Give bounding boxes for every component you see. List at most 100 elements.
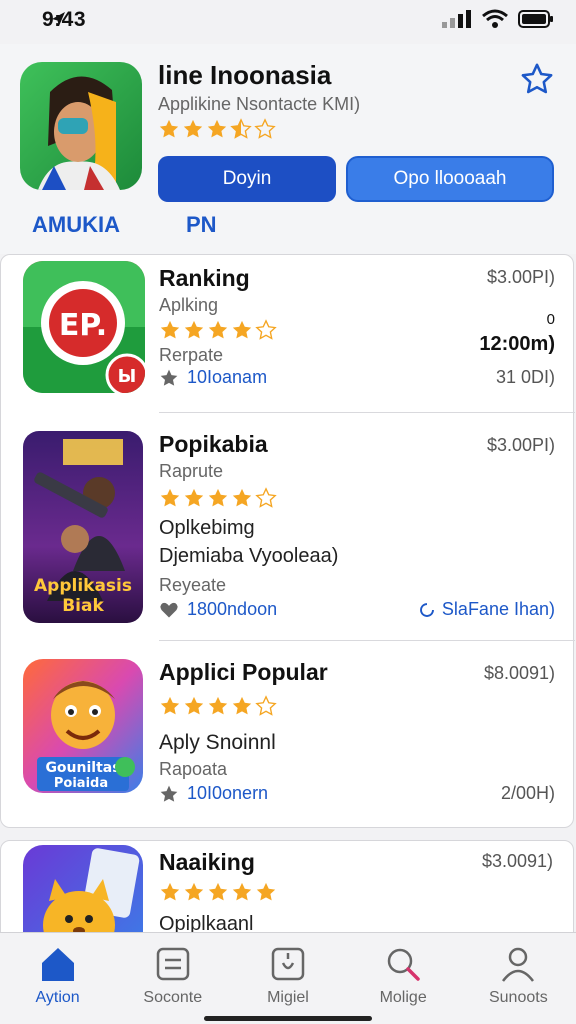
svg-text:Poiaida: Poiaida: [54, 776, 108, 791]
icon-lettering: Gouniltas: [45, 760, 120, 776]
star-small-icon: [160, 369, 178, 386]
person-icon: [502, 947, 535, 982]
app-title: Popikabia: [159, 431, 268, 457]
app-rating: [159, 319, 277, 341]
star-half-icon: [230, 118, 252, 139]
app-price[interactable]: $3.00PI): [487, 267, 555, 288]
app-downloads: 10Ioanam: [159, 367, 267, 388]
app-size: 2/00H): [500, 783, 555, 803]
app-price[interactable]: $3.00PI): [487, 435, 555, 456]
app-title: Naaiking: [159, 849, 255, 875]
svg-text:Biak: Biak: [62, 596, 104, 616]
app-description: Oplkebimg: [159, 517, 255, 539]
app-caption: Rapoata: [159, 759, 228, 779]
featured-app-icon[interactable]: [20, 62, 142, 190]
tab-sunoots[interactable]: Sunoots: [468, 945, 568, 1007]
app-caption: Reyeate: [159, 575, 227, 595]
home-indicator[interactable]: [204, 1016, 372, 1021]
status-bar: 9:43: [0, 0, 576, 44]
star-small-icon: [160, 785, 178, 802]
tab-molige[interactable]: Molige: [353, 945, 453, 1007]
star-full-icon: [208, 320, 228, 339]
tab-label: Molige: [379, 989, 427, 1006]
featured-app-rating: [158, 118, 276, 140]
star-full-icon: [208, 882, 228, 901]
download-button[interactable]: Doyin: [158, 156, 336, 202]
tab-migiel[interactable]: Migiel: [238, 945, 338, 1007]
star-empty-icon: [255, 695, 277, 716]
app-link[interactable]: SlaFane Ihan): [418, 599, 555, 620]
favorite-star-icon[interactable]: [518, 60, 556, 98]
star-full-icon: [207, 119, 227, 138]
battery-icon: [518, 9, 554, 34]
app-downloads: 1800ndoon: [159, 599, 277, 620]
star-full-icon: [160, 488, 180, 507]
star-full-icon: [160, 882, 180, 901]
tab-bar: Aytion Soconte Migiel Molige Sunoots: [0, 932, 576, 1024]
icon-lettering: Applikasis: [34, 576, 132, 596]
location-arrow-icon: [50, 11, 66, 32]
downloads-count: 10Ioanam: [187, 367, 268, 387]
tab-label: Soconte: [143, 989, 203, 1006]
star-full-icon: [256, 882, 276, 901]
app-category: Raprute: [159, 461, 224, 481]
app-rating: [159, 695, 277, 717]
app-downloads: 10I0onern: [159, 783, 268, 804]
tab-soconte[interactable]: Soconte: [123, 945, 223, 1007]
star-full-icon: [160, 320, 180, 339]
list-item[interactable]: Gouniltas Poiaida Applici Popular Aply S…: [1, 641, 575, 827]
star-full-icon: [208, 696, 228, 715]
cellular-signal-icon: [442, 10, 472, 33]
app-category: Aplking: [159, 295, 219, 315]
app-title: Applici Popular: [159, 659, 328, 685]
star-empty-icon: [254, 118, 276, 139]
star-full-icon: [184, 882, 204, 901]
list-icon: [156, 947, 190, 981]
star-full-icon: [232, 696, 252, 715]
featured-app-header: line Inoonasia Applikine Nsontacte KMI) …: [0, 44, 576, 254]
star-full-icon: [232, 320, 252, 339]
star-full-icon: [184, 488, 204, 507]
star-full-icon: [183, 119, 203, 138]
status-icons: [52, 9, 554, 34]
star-empty-icon: [255, 487, 277, 508]
star-full-icon: [232, 488, 252, 507]
app-caption: Rerpate: [159, 345, 224, 365]
star-full-icon: [160, 696, 180, 715]
icon-lettering: EP.: [59, 308, 107, 343]
tab-aytion[interactable]: Aytion: [8, 945, 108, 1007]
tab-amukia[interactable]: AMUKIA: [32, 212, 120, 238]
star-empty-icon: [255, 319, 277, 340]
app-icon-popikabia: Applikasis Biak: [23, 431, 143, 623]
star-full-icon: [184, 696, 204, 715]
app-rating: [159, 487, 277, 509]
list-item[interactable]: Applikasis Biak Popikabia Raprute Oplkeb…: [1, 413, 575, 641]
svg-text:Ы: Ы: [118, 366, 137, 387]
app-rating: [159, 881, 277, 903]
app-description-2: Djemiaba Vyooleaa): [159, 545, 339, 567]
app-icon-applici-popular: Gouniltas Poiaida: [23, 659, 143, 793]
app-link-label: SlaFane Ihan): [441, 599, 555, 619]
refresh-icon: [420, 602, 434, 617]
app-time: 12:00m): [479, 333, 555, 355]
list-item[interactable]: EP. Ы Ranking Aplking Rerpate 10Ioanam $…: [1, 255, 575, 413]
app-small-value: 0: [546, 311, 555, 328]
search-icon: [387, 948, 420, 981]
heart-icon[interactable]: [159, 600, 179, 620]
wifi-icon: [482, 9, 508, 34]
tab-label: Sunoots: [488, 989, 548, 1006]
tab-pn[interactable]: PN: [186, 212, 217, 238]
app-size: 31 0DI): [495, 367, 555, 387]
game-icon: [271, 947, 305, 981]
app-title: Ranking: [159, 265, 250, 291]
star-full-icon: [208, 488, 228, 507]
downloads-count: 1800ndoon: [187, 599, 278, 619]
app-price[interactable]: $8.0091): [484, 663, 555, 684]
home-icon: [41, 948, 74, 981]
app-price[interactable]: $3.0091): [482, 851, 553, 872]
tab-label: Aytion: [35, 989, 80, 1006]
tab-label: Migiel: [267, 989, 309, 1006]
app-description: Aply Snoinnl: [159, 731, 276, 754]
star-full-icon: [184, 320, 204, 339]
open-button[interactable]: Opo lloooaah: [346, 156, 554, 202]
